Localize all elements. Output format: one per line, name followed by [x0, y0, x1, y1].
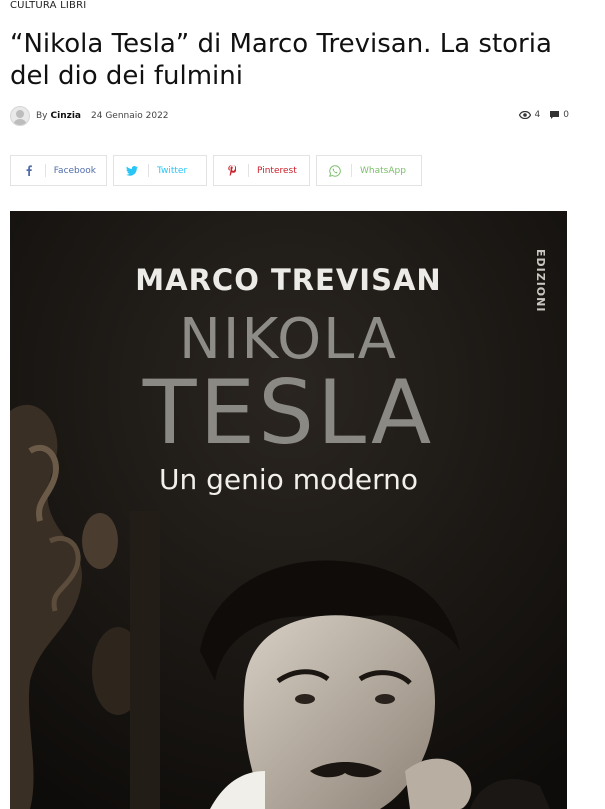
author-avatar[interactable] [10, 106, 30, 126]
share-whatsapp-label: WhatsApp [360, 165, 406, 176]
author-link[interactable]: Cinzia [51, 111, 82, 121]
post-stats: 4 0 [509, 110, 569, 120]
share-whatsapp-button[interactable]: WhatsApp [316, 155, 422, 186]
post-date: 24 Gennaio 2022 [91, 111, 169, 121]
whatsapp-icon [327, 164, 343, 177]
comments-count: 0 [563, 110, 569, 120]
featured-image[interactable]: MARCO TREVISAN NIKOLA TESLA Un genio mod… [10, 211, 567, 809]
pinterest-icon [224, 165, 240, 176]
cover-author: MARCO TREVISAN [135, 263, 442, 297]
share-twitter-button[interactable]: Twitter [113, 155, 207, 186]
book-cover-illustration [10, 211, 567, 809]
share-facebook-button[interactable]: Facebook [10, 155, 107, 186]
category-label[interactable]: CULTURA LIBRI [10, 0, 86, 11]
divider [351, 164, 352, 177]
eye-icon [518, 111, 531, 119]
share-bar: Facebook Twitter Pinterest WhatsApp [10, 155, 428, 186]
views-counter: 4 [518, 110, 541, 120]
article-meta: By Cinzia 24 Gennaio 2022 [10, 106, 169, 126]
cover-publisher: EDIZIONI [534, 249, 547, 313]
comments-counter[interactable]: 0 [550, 110, 569, 120]
cover-last-name: TESLA [142, 361, 435, 464]
comment-icon [550, 111, 560, 119]
share-pinterest-label: Pinterest [257, 165, 297, 176]
share-twitter-label: Twitter [157, 165, 188, 176]
share-pinterest-button[interactable]: Pinterest [213, 155, 310, 186]
by-label: By [36, 111, 48, 121]
views-count: 4 [534, 110, 541, 120]
divider [248, 164, 249, 177]
share-facebook-label: Facebook [53, 165, 96, 176]
article-title: “Nikola Tesla” di Marco Trevisan. La sto… [10, 29, 552, 91]
divider [44, 164, 46, 177]
facebook-icon [21, 165, 37, 176]
twitter-icon [124, 165, 140, 176]
cover-subtitle: Un genio moderno [159, 463, 418, 496]
divider [148, 164, 149, 177]
